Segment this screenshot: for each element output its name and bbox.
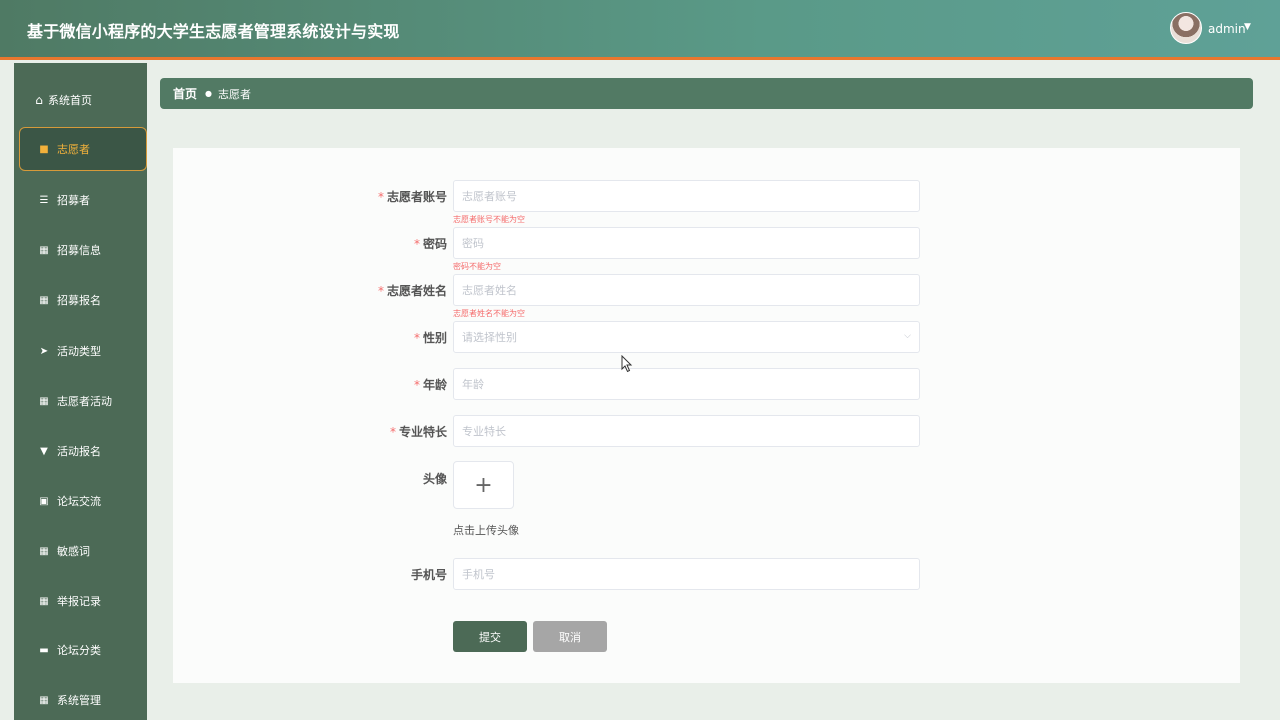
password-label: * 密码 bbox=[413, 237, 447, 251]
phone-label: 手机号 bbox=[410, 568, 447, 582]
breadcrumb-current: 志愿者 bbox=[218, 87, 251, 101]
message-icon: ▬ bbox=[39, 644, 49, 656]
sidebar-item-label: 论坛交流 bbox=[57, 495, 101, 508]
grid-icon: ▦ bbox=[39, 545, 49, 557]
avatar-label: 头像 bbox=[422, 472, 447, 486]
specialty-input[interactable] bbox=[453, 415, 920, 447]
sidebar-item-forum-category[interactable]: ▬ 论坛分类 bbox=[14, 628, 147, 672]
avatar-upload[interactable]: + bbox=[453, 461, 514, 509]
sidebar-item-forum[interactable]: ▣ 论坛交流 bbox=[14, 479, 147, 523]
account-label: * 志愿者账号 bbox=[377, 190, 447, 204]
name-input[interactable] bbox=[453, 274, 920, 306]
user-avatar[interactable] bbox=[1170, 12, 1202, 44]
age-input[interactable] bbox=[453, 368, 920, 400]
pin-icon: ▼ bbox=[40, 445, 48, 457]
sidebar-item-label: 敏感词 bbox=[57, 545, 90, 558]
sidebar-item-reports[interactable]: ▦ 举报记录 bbox=[14, 579, 147, 623]
grid-icon: ▦ bbox=[39, 395, 49, 407]
sidebar-item-label: 招募报名 bbox=[57, 294, 101, 307]
sidebar-item-sensitive-words[interactable]: ▦ 敏感词 bbox=[14, 529, 147, 573]
sidebar-item-activity-type[interactable]: ➤ 活动类型 bbox=[14, 329, 147, 373]
cancel-button[interactable]: 取消 bbox=[533, 621, 607, 652]
sidebar-item-label: 活动类型 bbox=[57, 345, 101, 358]
send-icon: ➤ bbox=[39, 345, 49, 357]
submit-button[interactable]: 提交 bbox=[453, 621, 527, 652]
home-icon: ⌂ bbox=[35, 93, 43, 107]
gender-placeholder: 请选择性别 bbox=[462, 331, 517, 344]
sidebar-item-label: 招募信息 bbox=[57, 244, 101, 257]
sidebar-item-label: 志愿者活动 bbox=[57, 395, 112, 408]
plus-icon: + bbox=[474, 472, 493, 498]
account-error: 志愿者账号不能为空 bbox=[453, 215, 525, 224]
specialty-label: * 专业特长 bbox=[389, 425, 447, 439]
avatar-upload-hint: 点击上传头像 bbox=[453, 524, 519, 537]
sidebar-item-label: 活动报名 bbox=[57, 445, 101, 458]
sidebar-item-label: 举报记录 bbox=[57, 595, 101, 608]
password-error: 密码不能为空 bbox=[453, 262, 501, 271]
caret-down-icon[interactable]: ▼ bbox=[1244, 22, 1251, 32]
password-input[interactable] bbox=[453, 227, 920, 259]
sidebar-item-label: 志愿者 bbox=[57, 143, 90, 156]
phone-input[interactable] bbox=[453, 558, 920, 590]
age-label: * 年龄 bbox=[413, 378, 447, 392]
sidebar-item-home[interactable]: ⌂ 系统首页 bbox=[14, 78, 147, 122]
grid-icon: ▦ bbox=[39, 244, 49, 256]
sidebar-item-recruit-info[interactable]: ▦ 招募信息 bbox=[14, 228, 147, 272]
sidebar-item-label: 系统首页 bbox=[48, 94, 92, 107]
user-name[interactable]: admin bbox=[1208, 22, 1246, 36]
chevron-down-icon: ⌵ bbox=[904, 331, 911, 341]
sliders-icon: ☰ bbox=[39, 194, 49, 206]
sidebar-item-label: 招募者 bbox=[57, 194, 90, 207]
form-panel: *志愿者账号 志愿者账号不能为空 *密码 密码不能为空 *志愿者姓名 志愿者姓名… bbox=[173, 148, 1240, 683]
gender-select[interactable]: 请选择性别 ⌵ bbox=[453, 321, 920, 353]
sidebar-item-system[interactable]: ▦ 系统管理 bbox=[14, 678, 147, 720]
sidebar-item-volunteer-activity[interactable]: ▦ 志愿者活动 bbox=[14, 379, 147, 423]
briefcase-icon: ▣ bbox=[39, 495, 49, 507]
grid-icon: ▦ bbox=[39, 595, 49, 607]
clipboard-icon: ■ bbox=[39, 143, 49, 155]
sidebar-item-label: 论坛分类 bbox=[57, 644, 101, 657]
grid-icon: ▦ bbox=[39, 694, 49, 706]
mouse-cursor-icon bbox=[621, 355, 633, 373]
app-title: 基于微信小程序的大学生志愿者管理系统设计与实现 bbox=[27, 22, 400, 41]
sidebar-item-recruit-signup[interactable]: ▦ 招募报名 bbox=[14, 278, 147, 322]
account-input[interactable] bbox=[453, 180, 920, 212]
sidebar-item-volunteer[interactable]: ■ 志愿者 bbox=[19, 127, 147, 171]
sidebar-item-label: 系统管理 bbox=[57, 694, 101, 707]
grid-icon: ▦ bbox=[39, 294, 49, 306]
gender-label: * 性别 bbox=[413, 331, 447, 345]
name-label: * 志愿者姓名 bbox=[377, 284, 447, 298]
name-error: 志愿者姓名不能为空 bbox=[453, 309, 525, 318]
sidebar-item-activity-signup[interactable]: ▼ 活动报名 bbox=[14, 429, 147, 473]
top-header: 基于微信小程序的大学生志愿者管理系统设计与实现 admin ▼ bbox=[0, 0, 1280, 60]
breadcrumb-separator-icon: ● bbox=[205, 89, 212, 98]
sidebar-item-recruiter[interactable]: ☰ 招募者 bbox=[14, 178, 147, 222]
breadcrumb-home[interactable]: 首页 bbox=[173, 85, 197, 102]
sidebar: ⌂ 系统首页 ■ 志愿者 ☰ 招募者 ▦ 招募信息 ▦ 招募报名 ➤ 活动类型 … bbox=[14, 63, 147, 720]
breadcrumb: 首页 ● 志愿者 bbox=[160, 78, 1253, 109]
